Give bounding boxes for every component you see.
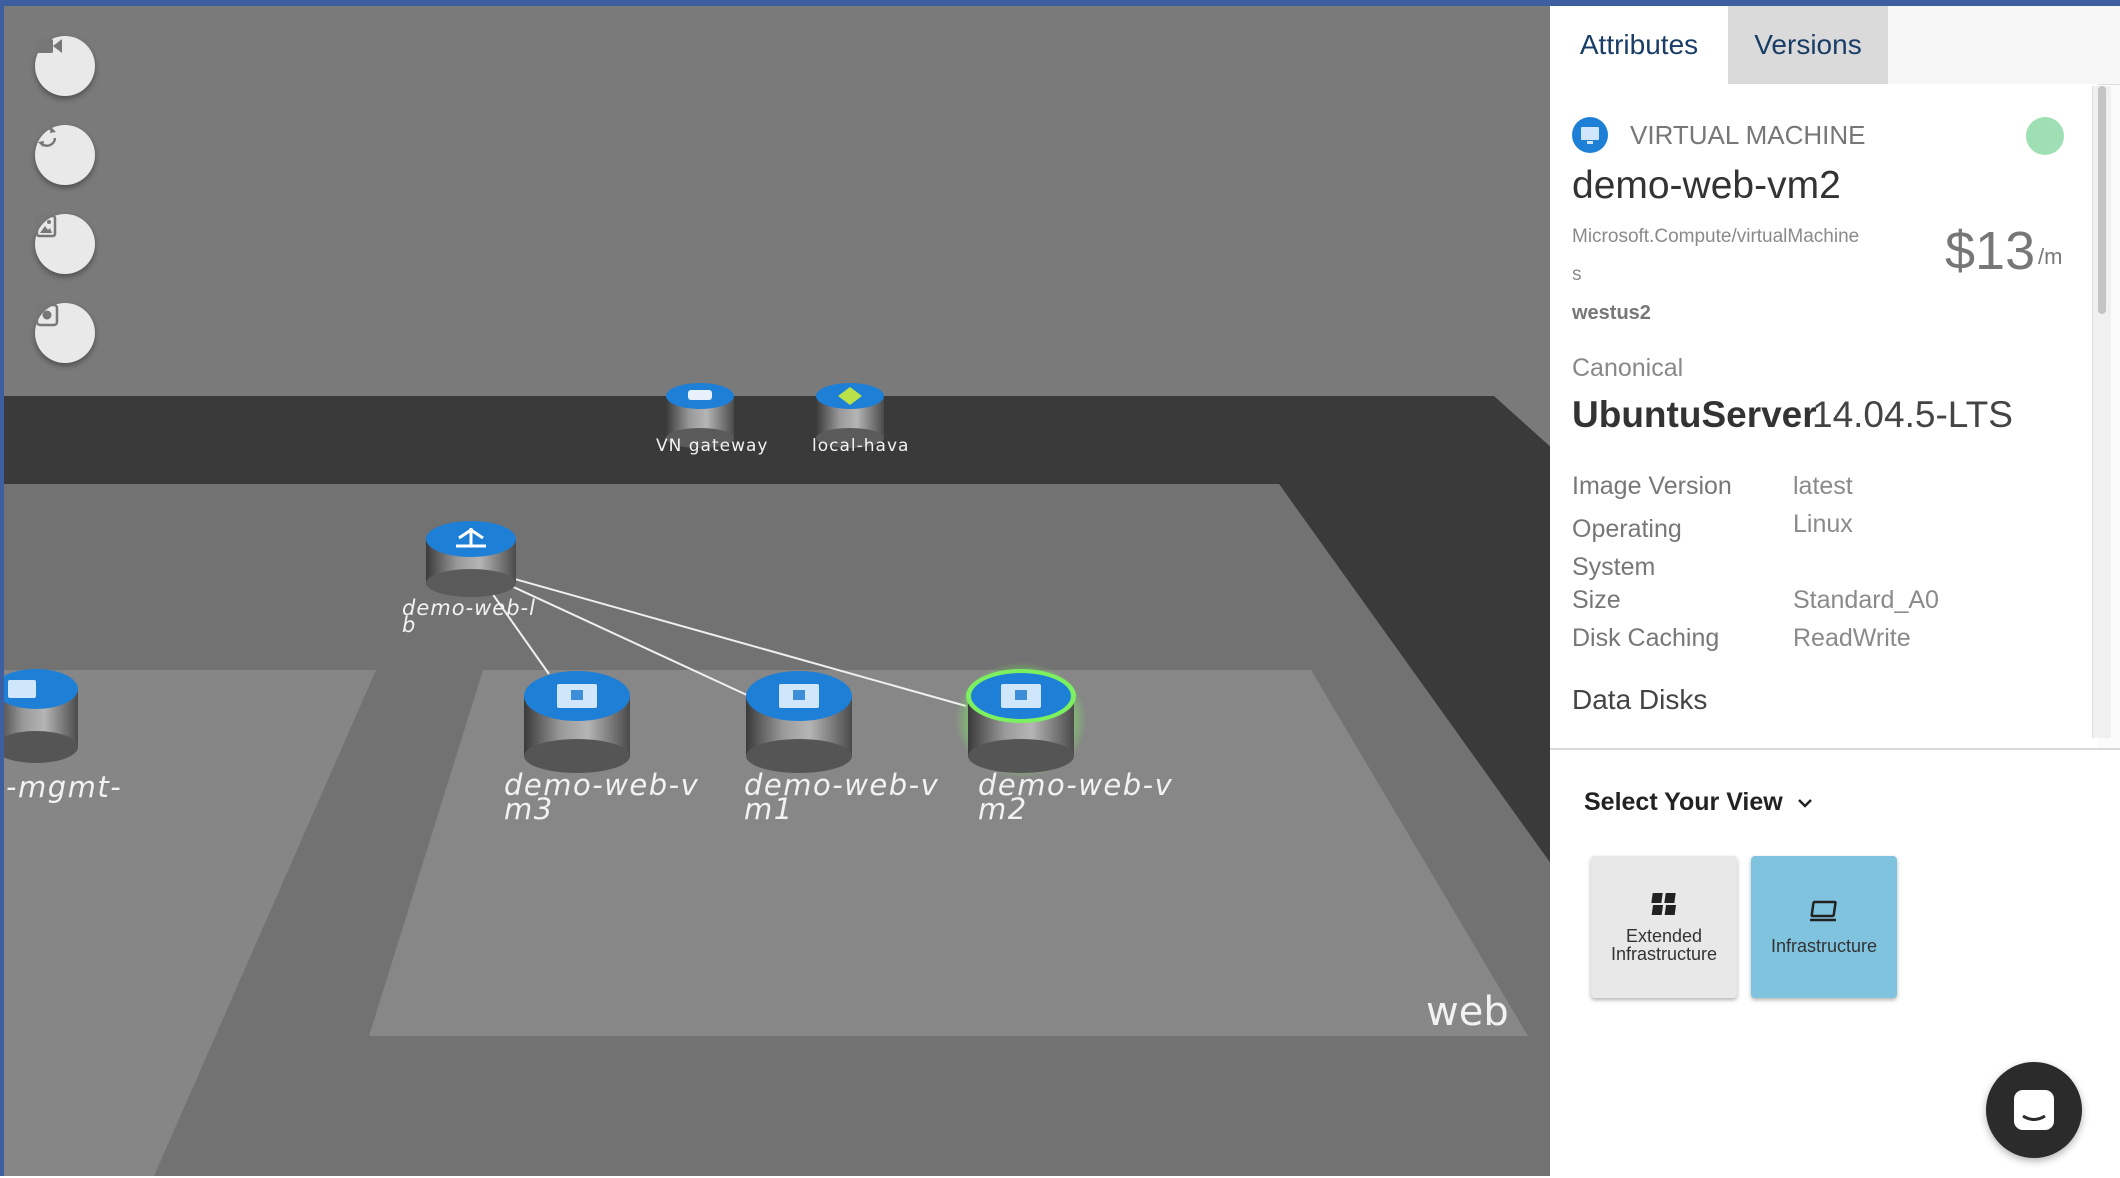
virtual-machine-icon: [1572, 117, 1608, 153]
select-view-dropdown[interactable]: Select Your View: [1584, 788, 1814, 817]
provider-type-cont: s: [1572, 264, 1582, 285]
vm1-node[interactable]: [746, 671, 852, 773]
vm3-label: demo-web-v m3: [504, 768, 700, 826]
diagram-canvas[interactable]: VN gateway local-hava demo-web-l b -mgmt…: [0, 6, 1550, 1176]
details-panel: Attributes Versions VIRTUAL MACHINE demo…: [1550, 6, 2120, 1178]
panel-tabs: Attributes Versions: [1550, 6, 2120, 85]
status-indicator: [2026, 117, 2064, 155]
load-balancer-label: demo-web-l b: [402, 596, 536, 638]
laptop-icon: [1810, 900, 1837, 922]
attr-key: Size: [1572, 586, 1621, 614]
gateway-icon: [688, 390, 712, 400]
local-gateway-label: local-hava: [812, 436, 910, 456]
gateway-label: VN gateway: [656, 436, 769, 456]
attr-key: Operating System: [1572, 515, 1682, 581]
attr-key: Image Version: [1572, 472, 1732, 500]
mgmt-vm-label: -mgmt-: [6, 770, 123, 804]
attr-value: Linux: [1793, 510, 1853, 538]
chevron-down-icon: [1797, 799, 1812, 809]
cost-unit: /m: [2038, 244, 2063, 269]
chat-icon: [2014, 1090, 2054, 1130]
attr-key: Disk Caching: [1572, 624, 1720, 652]
tab-versions[interactable]: Versions: [1728, 6, 1888, 84]
select-view-label: Select Your View: [1584, 788, 1783, 816]
view-infrastructure[interactable]: Infrastructure: [1751, 856, 1897, 998]
details-scrollbar[interactable]: [2092, 86, 2111, 738]
chat-button[interactable]: [1986, 1062, 2082, 1158]
view-option-label: Infrastructure: [1770, 936, 1878, 956]
camera-button[interactable]: [35, 36, 95, 96]
attributes-content: VIRTUAL MACHINE demo-web-vm2 Microsoft.C…: [1550, 84, 2098, 748]
cost-value: $13: [1945, 221, 2036, 281]
view-option-label: Extended Infrastructure: [1610, 926, 1718, 964]
image-offer: UbuntuServer: [1572, 394, 1817, 435]
attr-value: latest: [1793, 472, 1853, 500]
provider-type: Microsoft.Compute/virtualMachine: [1572, 226, 1860, 247]
vm1-label: demo-web-v m1: [744, 768, 940, 826]
focus-button[interactable]: [35, 303, 95, 363]
image-export-button[interactable]: [35, 214, 95, 274]
attr-value: Standard_A0: [1793, 586, 1939, 614]
publisher: Canonical: [1572, 354, 1684, 382]
view-extended-infrastructure[interactable]: Extended Infrastructure: [1591, 856, 1737, 998]
scene-svg: [4, 383, 1550, 1176]
mgmt-vm-node[interactable]: [4, 669, 78, 763]
vm2-label: demo-web-v m2: [978, 768, 1174, 826]
tab-attributes[interactable]: Attributes: [1550, 6, 1728, 84]
load-balancer-node[interactable]: [426, 521, 516, 597]
resource-type: VIRTUAL MACHINE: [1630, 120, 1866, 150]
image-icon: [35, 214, 57, 238]
vm2-node[interactable]: [955, 662, 1087, 778]
image-sku: 14.04.5-LTS: [1812, 394, 2013, 435]
data-disks-title: Data Disks: [1572, 684, 1708, 715]
grid-icon: [1651, 893, 1677, 915]
web-zone-label: web: [1426, 989, 1509, 1035]
vm3-node[interactable]: [524, 671, 630, 773]
refresh-button[interactable]: [35, 125, 95, 185]
record-icon: [35, 303, 59, 327]
refresh-icon: [37, 127, 57, 147]
scrollbar-thumb[interactable]: [2098, 86, 2106, 314]
resource-name: demo-web-vm2: [1572, 164, 1841, 207]
video-camera-icon: [36, 39, 62, 53]
attr-value: ReadWrite: [1793, 624, 1911, 652]
region: westus2: [1572, 302, 1651, 324]
